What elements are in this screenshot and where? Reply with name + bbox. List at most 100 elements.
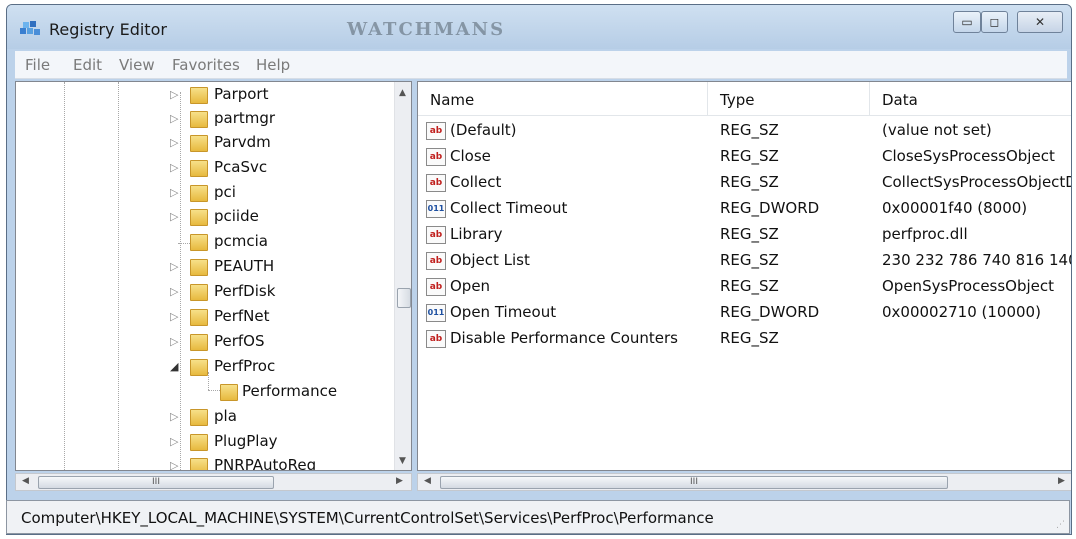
folder-icon [190,284,208,301]
scrollbar-thumb[interactable] [397,288,411,308]
folder-icon [190,309,208,326]
watermark-logo: WATCHMANS [347,19,506,40]
tree-item-label: Performance [242,382,338,400]
dword-value-icon: 011 [426,304,446,322]
tree-expander-icon[interactable]: ▷ [170,88,178,101]
tree-item-performance[interactable]: Performance [216,381,386,405]
value-name: Close [450,147,491,165]
menu-help[interactable]: Help [256,56,290,74]
tree-item-plugplay[interactable]: ▷ PlugPlay [166,431,386,455]
scroll-left-arrow-icon[interactable]: ◀ [424,476,431,486]
string-value-icon: ab [426,226,446,244]
menu-file[interactable]: File [25,56,50,74]
scrollbar-thumb[interactable]: III [38,476,274,489]
menu-edit[interactable]: Edit [73,56,102,74]
tree-item-pcmcia[interactable]: pcmcia [166,231,386,255]
key-tree-pane[interactable]: ▷ Parport ▷ partmgr ▷ Parvdm ▷ PcaSvc ▷ … [15,81,412,471]
values-list-pane[interactable]: Name Type Data ab (Default) REG_SZ (valu… [417,81,1071,471]
column-header-data[interactable]: Data [870,82,1071,116]
scroll-right-arrow-icon[interactable]: ▶ [1058,476,1065,486]
tree-guide-line [64,82,65,470]
value-data: OpenSysProcessObject [882,277,1055,295]
value-name: Object List [450,251,530,269]
folder-icon [190,259,208,276]
value-row[interactable]: ab Close REG_SZ CloseSysProcessObject [418,144,1071,170]
tree-expander-icon[interactable]: ▷ [170,210,178,223]
tree-item-label: PerfDisk [214,282,276,300]
close-button[interactable]: ✕ [1017,11,1063,33]
folder-icon [190,334,208,351]
tree-expander-icon[interactable]: ▷ [170,285,178,298]
tree-expander-icon[interactable]: ▷ [170,186,178,199]
value-type: REG_DWORD [720,199,820,217]
scroll-up-arrow-icon[interactable]: ▲ [399,88,406,98]
tree-item-pcasvc[interactable]: ▷ PcaSvc [166,157,386,181]
value-row[interactable]: ab Open REG_SZ OpenSysProcessObject [418,274,1071,300]
scrollbar-thumb[interactable]: III [440,476,948,489]
value-row[interactable]: ab (Default) REG_SZ (value not set) [418,118,1071,144]
tree-item-partmgr[interactable]: ▷ partmgr [166,108,386,132]
column-header-name[interactable]: Name [418,82,708,116]
tree-expander-icon[interactable]: ▷ [170,161,178,174]
value-name: Open [450,277,491,295]
menu-favorites[interactable]: Favorites [172,56,240,74]
tree-item-pci[interactable]: ▷ pci [166,182,386,206]
string-value-icon: ab [426,148,446,166]
value-name: Library [450,225,503,243]
scroll-left-arrow-icon[interactable]: ◀ [22,476,29,486]
tree-item-parvdm[interactable]: ▷ Parvdm [166,132,386,156]
tree-horizontal-scrollbar[interactable]: ◀ III ▶ [15,473,412,491]
tree-vertical-scrollbar[interactable]: ▲ ▼ [394,82,411,470]
value-type: REG_SZ [720,225,779,243]
scroll-right-arrow-icon[interactable]: ▶ [396,476,403,486]
tree-item-perfnet[interactable]: ▷ PerfNet [166,306,386,330]
tree-item-label: PerfNet [214,307,270,325]
value-row[interactable]: ab Collect REG_SZ CollectSysProcessObjec… [418,170,1071,196]
value-name: Collect Timeout [450,199,568,217]
string-value-icon: ab [426,122,446,140]
tree-collapse-icon[interactable]: ◢ [170,360,178,373]
tree-item-label: PEAUTH [214,257,275,275]
tree-item-pnrpautoreg[interactable]: ▷ PNRPAutoReg [166,455,386,470]
tree-item-perfproc[interactable]: ◢ PerfProc [166,356,386,380]
menu-view[interactable]: View [119,56,155,74]
value-name: Collect [450,173,502,191]
value-type: REG_SZ [720,277,779,295]
column-header-type[interactable]: Type [708,82,870,116]
value-row[interactable]: 011 Collect Timeout REG_DWORD 0x00001f40… [418,196,1071,222]
tree-expander-icon[interactable]: ▷ [170,459,178,470]
tree-item-perfos[interactable]: ▷ PerfOS [166,331,386,355]
scroll-down-arrow-icon[interactable]: ▼ [399,456,406,466]
folder-icon [190,209,208,226]
value-name: (Default) [450,121,517,139]
status-bar: Computer\HKEY_LOCAL_MACHINE\SYSTEM\Curre… [6,500,1070,534]
tree-expander-icon[interactable]: ▷ [170,335,178,348]
tree-expander-icon[interactable]: ▷ [170,410,178,423]
tree-expander-icon[interactable]: ▷ [170,112,178,125]
title-bar[interactable]: Registry Editor WATCHMANS ▭ ◻ ✕ [7,5,1071,49]
tree-expander-icon[interactable]: ▷ [170,260,178,273]
status-key-path: Computer\HKEY_LOCAL_MACHINE\SYSTEM\Curre… [21,509,714,527]
tree-item-peauth[interactable]: ▷ PEAUTH [166,256,386,280]
tree-expander-icon[interactable]: ▷ [170,136,178,149]
tree-item-label: pciide [214,207,259,225]
tree-guide-line [118,82,119,470]
resize-grip-icon[interactable]: ⋰ [1056,520,1065,530]
tree-guide-line [178,243,190,244]
string-value-icon: ab [426,174,446,192]
tree-expander-icon[interactable]: ▷ [170,435,178,448]
tree-item-pla[interactable]: ▷ pla [166,406,386,430]
tree-item-label: pcmcia [214,232,268,250]
folder-icon [190,434,208,451]
tree-item-parport[interactable]: ▷ Parport [166,84,386,108]
value-row[interactable]: ab Library REG_SZ perfproc.dll [418,222,1071,248]
tree-expander-icon[interactable]: ▷ [170,310,178,323]
value-row[interactable]: ab Object List REG_SZ 230 232 786 740 81… [418,248,1071,274]
minimize-button[interactable]: ▭ [953,11,981,33]
value-row[interactable]: 011 Open Timeout REG_DWORD 0x00002710 (1… [418,300,1071,326]
list-horizontal-scrollbar[interactable]: ◀ III ▶ [417,473,1071,491]
value-row[interactable]: ab Disable Performance Counters REG_SZ [418,326,1071,352]
tree-item-pciide[interactable]: ▷ pciide [166,206,386,230]
tree-item-perfdisk[interactable]: ▷ PerfDisk [166,281,386,305]
maximize-button[interactable]: ◻ [981,11,1008,33]
